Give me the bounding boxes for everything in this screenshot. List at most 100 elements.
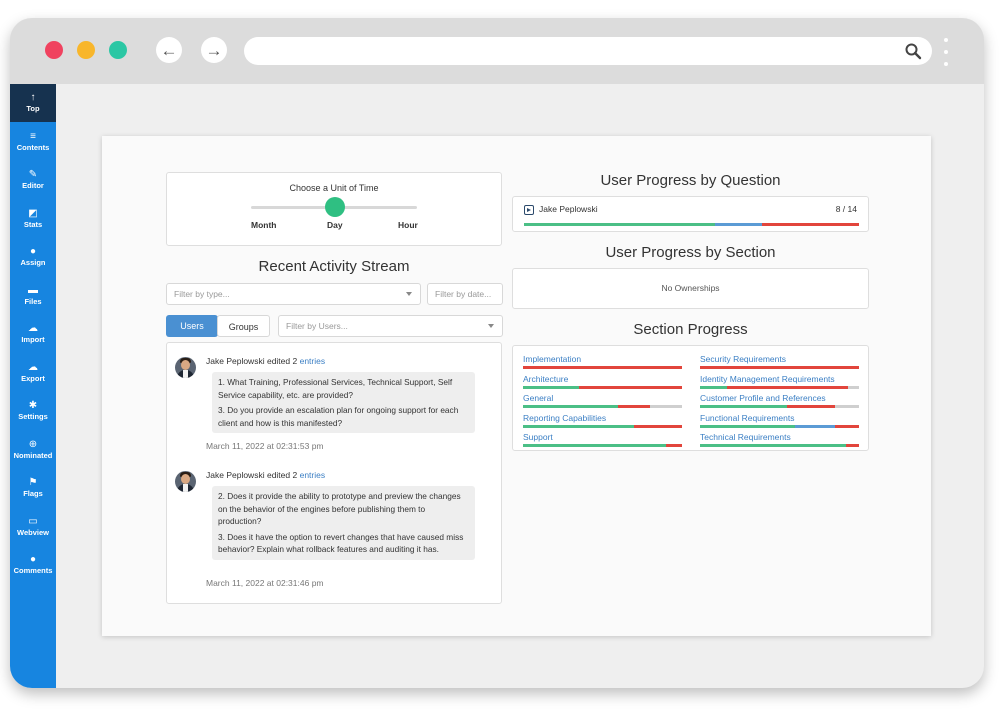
progress-segment [714,223,762,226]
activity-header: Jake Peplowski edited 2 entries [206,356,325,366]
activity-action: edited 2 [266,356,298,366]
files-icon: ▬ [28,284,38,296]
progress-count: 8 / 14 [835,204,857,214]
activity-changes: 1. What Training, Professional Services,… [212,372,475,433]
filter-by-users-select[interactable]: Filter by Users... [278,315,503,337]
sidebar-item-editor[interactable]: ✎ Editor [10,161,56,199]
progress-segment [700,385,728,389]
progress-segment [700,366,859,369]
export-icon: ☁ [28,361,38,373]
section-progress-item: Security Requirements [700,354,859,369]
user-progress-question-title: User Progress by Question [600,172,781,189]
progress-segment [835,424,859,428]
forward-arrow-icon[interactable]: → [201,37,227,63]
section-link[interactable]: Functional Requirements [700,413,859,423]
activity-change-line: 1. What Training, Professional Services,… [218,377,453,400]
browser-menu-icon[interactable] [944,38,948,66]
section-link[interactable]: Implementation [523,354,682,364]
sidebar-item-flags[interactable]: ⚑ Flags [10,469,56,507]
chevron-down-icon [488,324,494,328]
activity-user: Jake Peplowski [206,470,265,480]
search-icon[interactable] [904,42,922,60]
section-link[interactable]: Support [523,432,682,442]
comments-icon: ● [29,554,37,565]
section-progress-bar [700,366,859,369]
editor-icon: ✎ [28,169,38,180]
activity-change-line: 3. Does it have the option to revert cha… [218,531,464,555]
sidebar-item-webview[interactable]: ▭ Webview [10,508,56,546]
tab-users[interactable]: Users [166,315,218,337]
no-ownerships-message: No Ownerships [661,283,720,293]
sidebar-item-nominated[interactable]: ⊕ Nominated [10,431,56,469]
expand-play-icon[interactable] [524,205,534,215]
sidebar-item-import[interactable]: ☁ Import [10,315,56,353]
filter-by-date-input[interactable]: Filter by date... [427,283,503,305]
tab-groups[interactable]: Groups [217,315,270,337]
activity-timestamp: March 11, 2022 at 02:31:46 pm [206,578,324,588]
sidebar-item-label: Editor [22,181,44,190]
entries-link[interactable]: entries [300,470,326,480]
user-progress-section-title: User Progress by Section [605,244,776,261]
progress-segment [727,385,848,389]
section-link[interactable]: Security Requirements [700,354,859,364]
sidebar-item-label: Export [21,373,45,383]
sidebar-item-label: Assign [20,258,46,267]
entries-link[interactable]: entries [300,356,326,366]
progress-segment [847,385,859,389]
time-unit-month-label[interactable]: Month [251,220,277,230]
progress-segment [578,385,682,389]
user-progress-section-panel: No Ownerships [512,268,869,309]
sidebar-item-assign[interactable]: ● Assign [10,238,56,276]
sidebar-item-label: Stats [23,219,43,229]
activity-changes: 2. Does it provide the ability to protot… [212,486,475,560]
activity-user: Jake Peplowski [206,356,265,366]
sidebar-item-stats[interactable]: ◩ Stats [10,200,56,238]
sidebar-item-label: Comments [13,566,53,575]
progress-segment [761,223,859,226]
section-link[interactable]: Architecture [523,374,682,384]
sidebar-item-files[interactable]: ▬ Files [10,277,56,315]
section-progress-title: Section Progress [633,321,748,338]
stats-icon: ◩ [28,207,38,219]
avatar [175,357,196,378]
activity-timestamp: March 11, 2022 at 02:31:53 pm [206,441,324,451]
filter-by-type-select[interactable]: Filter by type... [166,283,421,305]
back-arrow-icon[interactable]: ← [156,37,182,63]
assign-icon: ● [29,246,37,257]
section-link[interactable]: Customer Profile and References [700,393,859,403]
section-progress-item: Functional Requirements [700,413,859,428]
progress-segment [846,444,859,447]
sidebar-item-settings[interactable]: ✱ Settings [10,392,56,430]
sidebar-item-contents[interactable]: ≡ Contents [10,123,56,161]
flags-icon: ⚑ [28,477,38,488]
time-unit-panel: Choose a Unit of Time Month Day Hour [166,172,502,246]
section-link[interactable]: General [523,393,682,403]
progress-segment [524,223,715,226]
section-link[interactable]: Reporting Capabilities [523,413,682,423]
time-unit-hour-label[interactable]: Hour [398,220,418,230]
activity-stream-list: Jake Peplowski edited 2 entries 1. What … [166,342,502,604]
address-bar[interactable] [244,37,932,65]
sidebar-item-export[interactable]: ☁ Export [10,354,56,392]
activity-change-line: 3. Do you provide an escalation plan for… [218,405,459,428]
sidebar-item-label: Flags [23,489,43,498]
section-progress-bar [700,405,859,408]
time-unit-slider-handle[interactable] [325,197,345,217]
sidebar-item-top[interactable]: ↑ Top [10,84,56,122]
section-progress-bar [523,405,682,408]
minimize-window-button[interactable] [77,41,95,59]
progress-segment [700,405,788,408]
section-progress-item: Implementation [523,354,682,369]
zoom-window-button[interactable] [109,41,127,59]
activity-stream-title: Recent Activity Stream [258,258,410,275]
sidebar-item-comments[interactable]: ● Comments [10,546,56,584]
section-link[interactable]: Identity Management Requirements [700,374,859,384]
progress-segment [835,405,859,408]
close-window-button[interactable] [45,41,63,59]
sidebar-item-label: Settings [18,412,48,421]
section-progress-bar [523,424,682,428]
sidebar-item-label: Import [21,335,45,344]
section-link[interactable]: Technical Requirements [700,432,859,442]
section-progress-bar [700,385,859,389]
time-unit-day-label[interactable]: Day [327,220,343,230]
